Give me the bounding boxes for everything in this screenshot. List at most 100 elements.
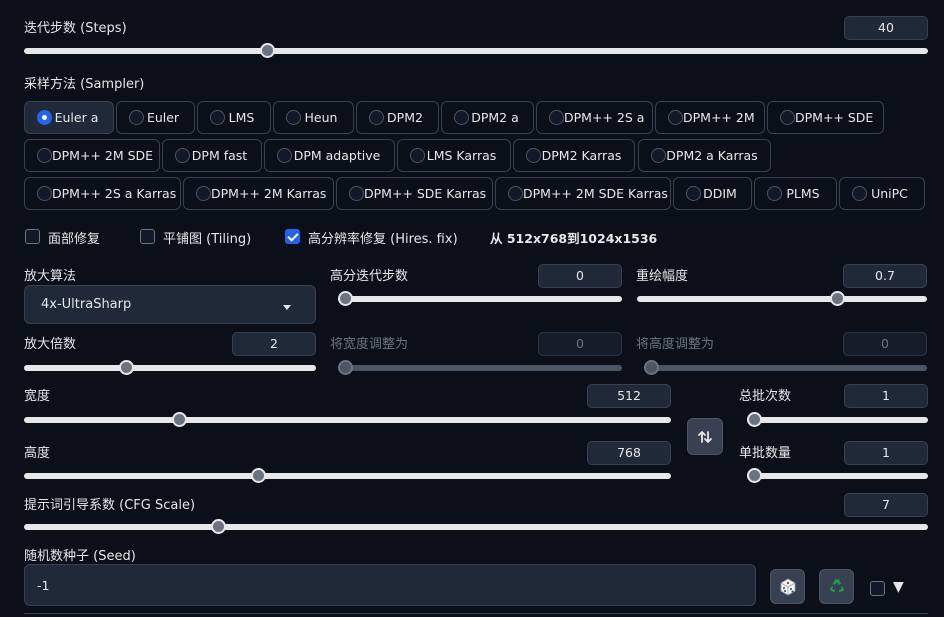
steps-slider-thumb[interactable] (259, 43, 275, 58)
denoise-input[interactable]: 0.7 (843, 264, 927, 288)
radio-icon (175, 148, 190, 163)
seed-extra-toggle[interactable]: ▼ (893, 579, 904, 595)
steps-label: 迭代步数 (Steps) (24, 21, 127, 36)
sampler-option-label: DPM++ 2S a Karras (52, 186, 177, 201)
upscaler-dropdown[interactable]: 4x-UltraSharp (24, 285, 316, 324)
sampler-option-lms[interactable]: LMS (197, 101, 271, 134)
sampler-option-dpm2-a-karras[interactable]: DPM2 a Karras (638, 139, 771, 172)
radio-icon (767, 186, 782, 201)
sampler-option-dpm-fast[interactable]: DPM fast (162, 139, 262, 172)
sampler-option-dpmpp-2m[interactable]: DPM++ 2M (655, 101, 765, 134)
sampler-option-label: DPM++ 2S a (564, 110, 645, 125)
denoise-slider-thumb[interactable] (830, 291, 846, 306)
hires-steps-slider-thumb[interactable] (338, 291, 353, 306)
radio-icon (852, 186, 867, 201)
radio-icon (780, 110, 795, 125)
sampler-option-dpmpp-2s-a-karras[interactable]: DPM++ 2S a Karras (24, 177, 181, 210)
swap-dimensions-button[interactable] (687, 418, 723, 455)
sampler-option-dpmpp-sde-karras[interactable]: DPM++ SDE Karras (336, 177, 493, 210)
width-slider[interactable] (24, 412, 671, 427)
resize-height-input[interactable]: 0 (843, 332, 927, 356)
sampler-option-label: LMS (228, 110, 255, 125)
sampler-option-label: Euler a (54, 110, 99, 125)
hires-steps-slider[interactable] (338, 291, 622, 306)
cfg-slider-thumb[interactable] (210, 519, 226, 534)
batch-size-slider-thumb[interactable] (747, 468, 762, 483)
recycle-icon (829, 578, 844, 592)
sampler-option-euler-a[interactable]: Euler a (24, 101, 114, 134)
height-slider-thumb[interactable] (251, 468, 267, 483)
sampler-option-ddim[interactable]: DDIM (673, 177, 752, 210)
upscale-by-label: 放大倍数 (24, 337, 77, 352)
sampler-option-label: DPM fast (191, 148, 248, 163)
cfg-label: 提示词引导系数 (CFG Scale) (24, 498, 196, 513)
sampler-option-unipc[interactable]: UniPC (839, 177, 925, 210)
sampler-option-dpmpp-2s-a[interactable]: DPM++ 2S a (536, 101, 653, 134)
next-section-edge (24, 613, 928, 617)
cfg-slider[interactable] (24, 519, 928, 534)
height-input[interactable]: 768 (587, 441, 671, 465)
sampler-option-euler[interactable]: Euler (116, 101, 195, 134)
sampler-option-dpm2-karras[interactable]: DPM2 Karras (513, 139, 635, 172)
sampler-option-dpmpp-2m-sde[interactable]: DPM++ 2M SDE (24, 139, 160, 172)
radio-icon (549, 110, 564, 125)
upscaler-label: 放大算法 (24, 269, 77, 284)
batch-count-input[interactable]: 1 (844, 384, 928, 408)
sampler-option-label: Heun (304, 110, 338, 125)
seed-extra-checkbox[interactable] (870, 581, 885, 596)
sampler-option-label: DPM++ SDE (795, 110, 874, 125)
radio-icon (37, 186, 52, 201)
upscaler-value: 4x-UltraSharp (41, 297, 132, 312)
batch-count-slider-thumb[interactable] (747, 412, 762, 427)
sampler-option-label: Euler (146, 110, 180, 125)
steps-slider[interactable] (24, 43, 928, 58)
sampler-option-dpmpp-sde[interactable]: DPM++ SDE (767, 101, 884, 134)
height-label: 高度 (24, 446, 51, 461)
cfg-input[interactable]: 7 (844, 493, 928, 517)
seed-input[interactable]: -1 (24, 564, 756, 606)
face-restore-checkbox[interactable] (25, 229, 40, 244)
sampler-option-dpmpp-2m-sde-karras[interactable]: DPM++ 2M SDE Karras (495, 177, 671, 210)
hires-steps-input[interactable]: 0 (538, 264, 622, 288)
resize-width-input[interactable]: 0 (538, 332, 622, 356)
width-slider-thumb[interactable] (172, 412, 188, 427)
sampler-option-dpm-adaptive[interactable]: DPM adaptive (264, 139, 395, 172)
seed-value: -1 (37, 577, 50, 593)
batch-size-slider[interactable] (747, 468, 928, 483)
batch-count-slider[interactable] (747, 412, 928, 427)
denoise-slider[interactable] (637, 291, 927, 306)
batch-size-input[interactable]: 1 (844, 441, 928, 465)
sampler-option-dpm2[interactable]: DPM2 (356, 101, 439, 134)
radio-icon (668, 110, 683, 125)
radio-icon (369, 110, 384, 125)
sampler-option-lms-karras[interactable]: LMS Karras (397, 139, 511, 172)
sampler-option-label: DPM++ 2M SDE Karras (523, 186, 668, 201)
face-restore-label: 面部修复 (48, 232, 101, 247)
sampler-option-label: DPM++ 2M SDE (52, 148, 154, 163)
reuse-seed-button[interactable] (819, 569, 854, 604)
sampler-option-plms[interactable]: PLMS (754, 177, 837, 210)
dice-icon (780, 578, 795, 595)
resize-width-slider[interactable] (338, 360, 622, 375)
sampler-option-heun[interactable]: Heun (273, 101, 354, 134)
hires-fix-checkbox[interactable] (285, 229, 300, 244)
radio-icon (286, 110, 301, 125)
upscale-by-slider-thumb[interactable] (118, 360, 134, 375)
sampler-option-label: DPM++ 2M Karras (211, 186, 327, 201)
resize-height-slider[interactable] (644, 360, 927, 375)
upscale-by-input[interactable]: 2 (232, 332, 316, 356)
width-input[interactable]: 512 (587, 384, 671, 408)
tiling-checkbox[interactable] (140, 229, 155, 244)
random-seed-button[interactable] (770, 569, 805, 604)
batch-size-label: 单批数量 (739, 446, 792, 461)
resize-width-slider-thumb[interactable] (338, 360, 353, 375)
radio-icon (277, 148, 292, 163)
radio-icon (37, 148, 52, 163)
resize-height-slider-thumb[interactable] (644, 360, 659, 375)
steps-input[interactable]: 40 (844, 16, 928, 40)
upscale-by-slider[interactable] (24, 360, 316, 375)
height-slider[interactable] (24, 468, 671, 483)
sampler-option-label: LMS Karras (426, 148, 497, 163)
sampler-option-dpm2-a[interactable]: DPM2 a (441, 101, 534, 134)
sampler-option-dpmpp-2m-karras[interactable]: DPM++ 2M Karras (183, 177, 334, 210)
